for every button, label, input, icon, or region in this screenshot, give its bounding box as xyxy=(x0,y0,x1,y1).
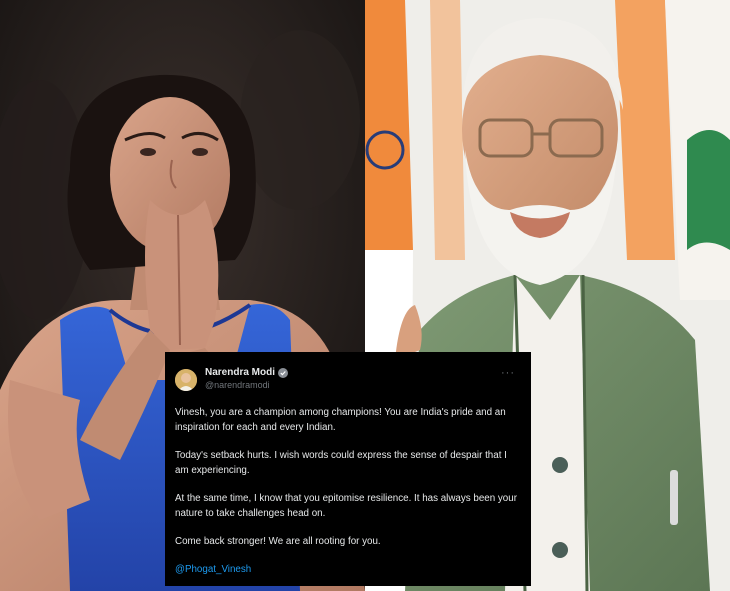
tweet-card: Narendra Modi @narendramodi ··· Vinesh, … xyxy=(165,352,531,586)
tweet-paragraph-2: Today's setback hurts. I wish words coul… xyxy=(175,450,507,476)
avatar-image xyxy=(175,369,197,391)
tweet-body: Vinesh, you are a champion among champio… xyxy=(175,405,517,577)
tweet-paragraph-1: Vinesh, you are a champion among champio… xyxy=(175,407,506,433)
avatar[interactable] xyxy=(175,369,197,391)
tweet-header: Narendra Modi @narendramodi ··· xyxy=(175,366,517,402)
tweet-mention-link[interactable]: @Phogat_Vinesh xyxy=(175,562,517,577)
author-handle[interactable]: @narendramodi xyxy=(205,379,288,391)
tweet-author: Narendra Modi @narendramodi xyxy=(205,366,289,391)
tweet-paragraph-4: Come back stronger! We are all rooting f… xyxy=(175,536,381,547)
tweet-paragraph-3: At the same time, I know that you epitom… xyxy=(175,493,517,519)
author-name-row: Narendra Modi xyxy=(205,366,289,379)
verified-badge-icon xyxy=(278,367,289,378)
author-name[interactable]: Narendra Modi xyxy=(205,366,275,379)
more-options-icon[interactable]: ··· xyxy=(501,368,515,379)
